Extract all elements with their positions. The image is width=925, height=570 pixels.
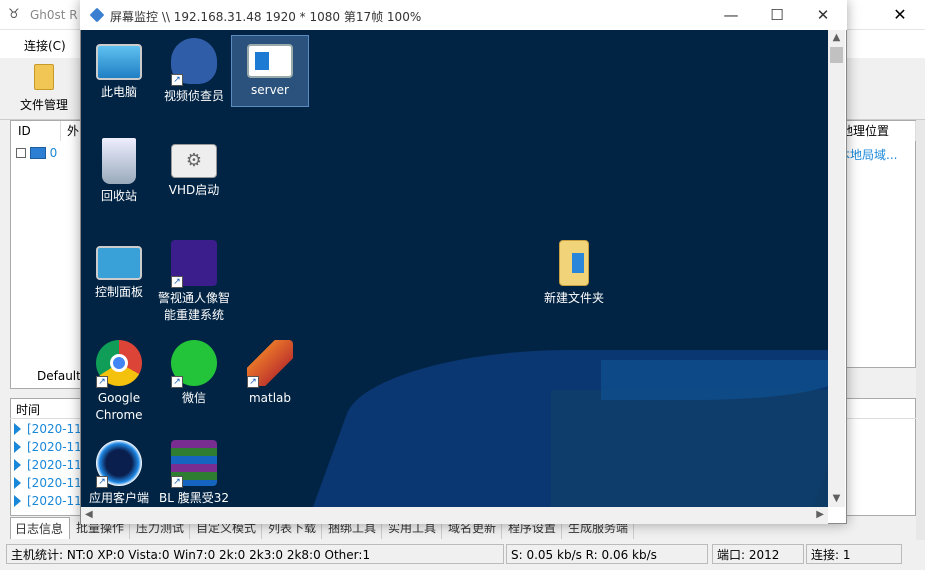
connection-status: 连接: 1	[806, 544, 902, 564]
recycle-bin-icon	[102, 138, 136, 184]
app-logo-icon: ♉	[8, 7, 20, 22]
scroll-up-icon[interactable]: ▲	[828, 30, 845, 46]
desktop-icon-matlab[interactable]: ↗ matlab	[232, 340, 308, 407]
row-id: 0	[49, 146, 58, 160]
gears-icon: ⚙	[171, 144, 217, 178]
shortcut-arrow-icon: ↗	[247, 376, 259, 388]
minimize-icon[interactable]: —	[708, 0, 754, 30]
monitor-title: 屏幕监控 \\ 192.168.31.48 1920 * 1080 第17帧 1…	[110, 10, 422, 24]
tab-default[interactable]: Default	[10, 367, 90, 389]
column-id[interactable]: ID	[11, 121, 61, 141]
desktop-icon-vhd-boot[interactable]: ⚙ VHD启动	[156, 138, 232, 199]
desktop-icon-label: Google Chrome	[95, 391, 143, 422]
file-manage-button[interactable]: 文件管理	[20, 96, 68, 113]
shortcut-arrow-icon: ↗	[171, 476, 183, 488]
desktop-icon-wechat[interactable]: ↗ 微信	[156, 340, 232, 407]
monitor-icon	[29, 147, 46, 159]
desktop-icon-chrome[interactable]: ↗ Google Chrome	[81, 340, 157, 424]
shortcut-arrow-icon: ↗	[96, 376, 108, 388]
shortcut-arrow-icon: ↗	[171, 74, 183, 86]
log-time: [2020-11	[27, 422, 82, 436]
list-item[interactable]: [2020-11	[14, 422, 82, 436]
desktop-icon-label: 应用客户端	[88, 491, 149, 505]
desktop-icon-this-pc[interactable]: 此电脑	[81, 38, 157, 101]
triangle-icon	[14, 423, 21, 435]
speed-status: S: 0.05 kb/s R: 0.06 kb/s	[506, 544, 708, 564]
list-item[interactable]: [2020-11	[14, 458, 82, 472]
face-scan-icon: ↗	[171, 240, 217, 288]
winrar-icon: ↗	[171, 440, 217, 488]
menu-connect[interactable]: 连接(C)	[24, 37, 66, 54]
triangle-icon	[14, 495, 21, 507]
desktop-icon-label: matlab	[248, 391, 292, 405]
list-item[interactable]: [2020-11	[14, 476, 82, 490]
app-close-icon[interactable]: ✕	[875, 0, 925, 30]
desktop-icon-client-app[interactable]: ↗ 应用客户端	[81, 440, 157, 507]
log-time: [2020-11	[27, 440, 82, 454]
column-location[interactable]: 地理位置	[836, 121, 916, 141]
desktop-icon-label: 微信	[181, 391, 206, 405]
triangle-icon	[14, 477, 21, 489]
desktop-icon-recycle-bin[interactable]: 回收站	[81, 138, 157, 205]
log-time: [2020-11	[27, 494, 82, 508]
wallpaper-shape	[551, 390, 828, 507]
police-icon: ↗	[171, 38, 217, 86]
desktop-icon-label: VHD启动	[168, 183, 220, 197]
desktop-icon-server[interactable]: server	[231, 35, 309, 107]
file-manage-folder-icon[interactable]	[34, 64, 54, 90]
app-title: Gh0st R	[30, 8, 78, 22]
log-time: [2020-11	[27, 476, 82, 490]
shortcut-arrow-icon: ↗	[96, 476, 108, 488]
desktop-icon-label: 回收站	[100, 189, 137, 203]
row-checkbox[interactable]	[16, 148, 26, 158]
desktop-icon-control-panel[interactable]: 控制面板	[81, 240, 157, 301]
host-stats: 主机统计: NT:0 XP:0 Vista:0 Win7:0 2k:0 2k3:…	[6, 544, 504, 564]
scroll-left-icon[interactable]: ◀	[85, 509, 93, 520]
desktop-icon-new-folder[interactable]: 新建文件夹	[536, 240, 612, 307]
folder-icon	[559, 240, 589, 286]
desktop-icon-video-investigator[interactable]: ↗ 视频侦查员	[156, 38, 232, 105]
log-time: [2020-11	[27, 458, 82, 472]
desktop-icon-label: 视频侦查员	[163, 89, 224, 103]
control-panel-icon	[96, 246, 142, 280]
window-app-icon	[247, 44, 293, 78]
app-scrollbar[interactable]	[916, 120, 925, 540]
list-item[interactable]: [2020-11	[14, 440, 82, 454]
shortcut-arrow-icon: ↗	[171, 276, 183, 288]
shortcut-arrow-icon: ↗	[171, 376, 183, 388]
desktop-icon-winrar[interactable]: ↗ BL 腹黑受32	[156, 440, 232, 507]
maximize-icon[interactable]: ☐	[754, 0, 800, 30]
remote-desktop-view[interactable]: 此电脑 ↗ 视频侦查员 server 回收站 ⚙ VHD启动 控制面板 ↗ 警视…	[81, 30, 828, 507]
triangle-icon	[14, 441, 21, 453]
chrome-icon: ↗	[96, 340, 142, 388]
desktop-icon-label: BL 腹黑受32	[158, 491, 229, 505]
wechat-icon: ↗	[171, 340, 217, 388]
desktop-icon-face-rebuild[interactable]: ↗ 警视通人像智能重建系统	[156, 240, 232, 324]
port-status: 端口: 2012	[712, 544, 804, 564]
desktop-icon-label: 此电脑	[100, 85, 137, 99]
triangle-icon	[14, 459, 21, 471]
close-icon[interactable]: ✕	[800, 0, 846, 30]
scroll-down-icon[interactable]: ▼	[828, 491, 845, 507]
desktop-icon-label: 新建文件夹	[543, 291, 604, 305]
computer-icon	[96, 44, 142, 80]
vertical-scrollbar[interactable]: ▲ ▼	[828, 30, 845, 507]
client-app-icon: ↗	[96, 440, 142, 488]
scroll-right-icon[interactable]: ▶	[816, 509, 824, 520]
matlab-icon: ↗	[247, 340, 293, 388]
vertical-scroll-thumb[interactable]	[830, 47, 843, 63]
horizontal-scrollbar[interactable]: ◀ ▶	[81, 507, 828, 524]
desktop-icon-label: 警视通人像智能重建系统	[158, 291, 231, 322]
tab-log[interactable]: 日志信息	[10, 517, 70, 539]
desktop-icon-label: 控制面板	[94, 285, 143, 299]
list-item[interactable]: [2020-11	[14, 494, 82, 508]
desktop-icon-label: server	[251, 83, 289, 97]
